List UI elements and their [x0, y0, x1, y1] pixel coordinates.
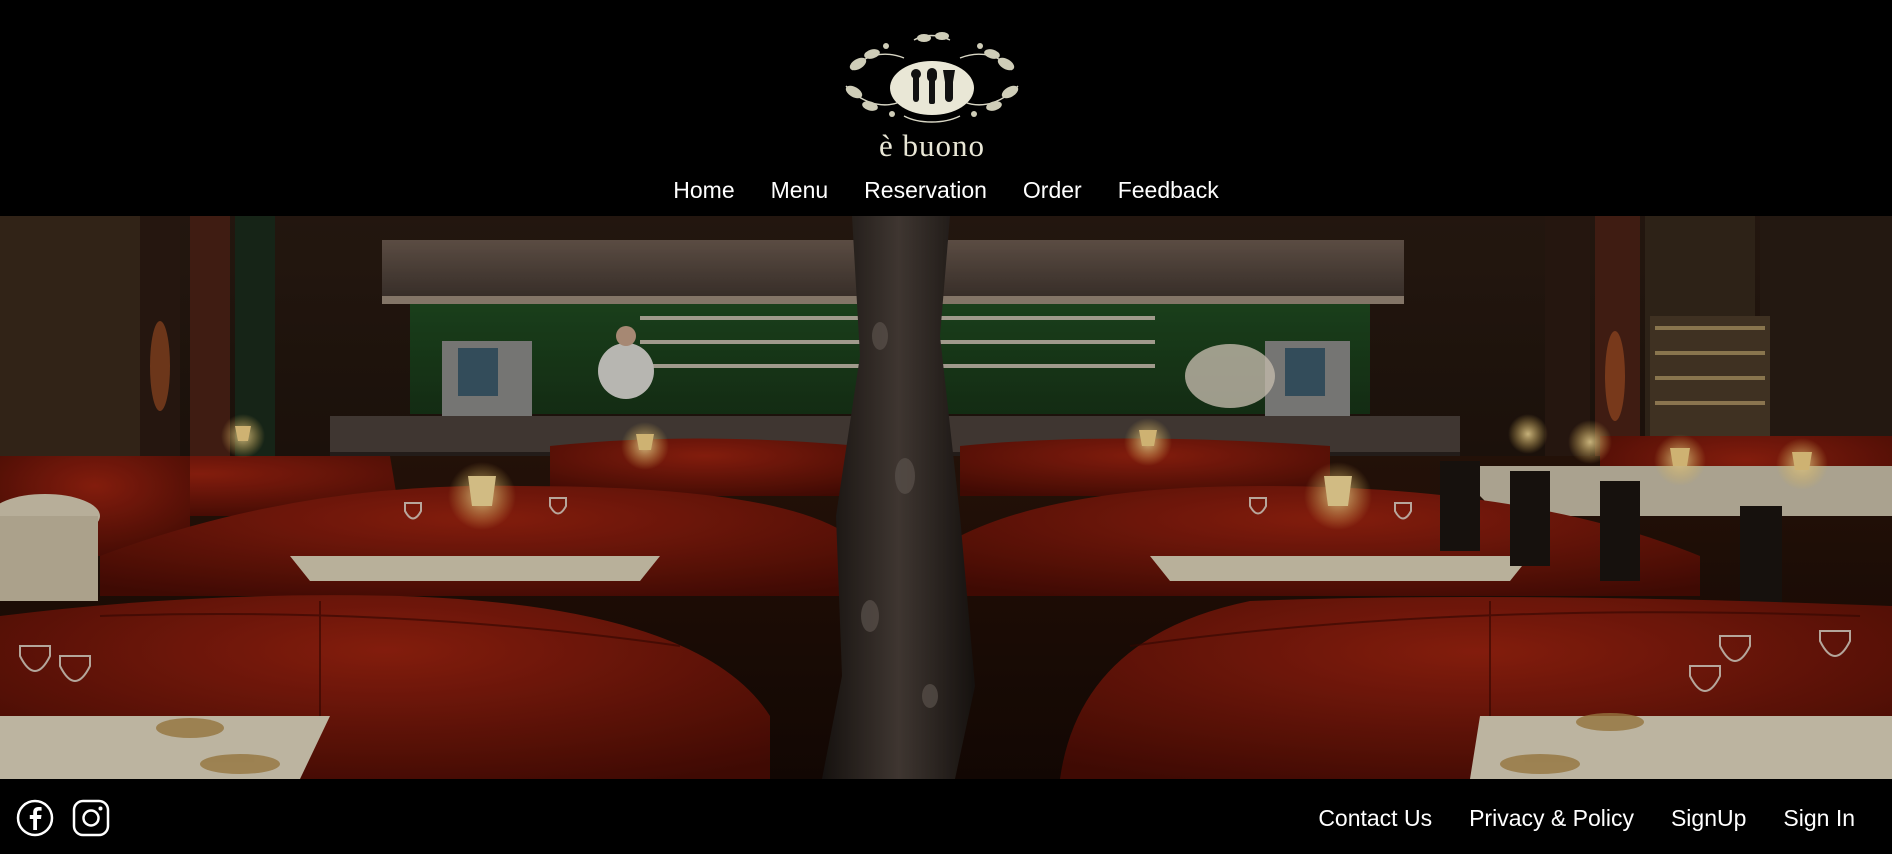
hero-banner [0, 216, 1892, 779]
footer-link-privacy-policy[interactable]: Privacy & Policy [1432, 804, 1634, 832]
footer-link-contact-us[interactable]: Contact Us [1281, 804, 1432, 832]
site-footer: Contact Us Privacy & Policy SignUp Sign … [0, 779, 1892, 854]
nav-feedback[interactable]: Feedback [1100, 176, 1237, 204]
main-nav: Home Menu Reservation Order Feedback [0, 176, 1892, 204]
nav-menu[interactable]: Menu [753, 176, 847, 204]
utensils-emblem-icon [845, 32, 1019, 123]
nav-home[interactable]: Home [655, 176, 752, 204]
facebook-icon[interactable] [16, 799, 54, 837]
brand-name: è buono [878, 128, 985, 163]
site-header: è buono Home Menu Reservation Order Feed… [0, 0, 1892, 216]
footer-nav: Contact Us Privacy & Policy SignUp Sign … [1281, 804, 1855, 832]
footer-link-sign-in[interactable]: Sign In [1746, 804, 1855, 832]
brand-logo[interactable]: è buono [834, 30, 1030, 163]
footer-link-signup[interactable]: SignUp [1634, 804, 1746, 832]
nav-reservation[interactable]: Reservation [846, 176, 1005, 204]
nav-order[interactable]: Order [1005, 176, 1100, 204]
restaurant-dining-room-photo [0, 216, 1892, 779]
social-links [16, 799, 110, 837]
page: è buono Home Menu Reservation Order Feed… [0, 0, 1892, 854]
instagram-icon[interactable] [72, 799, 110, 837]
